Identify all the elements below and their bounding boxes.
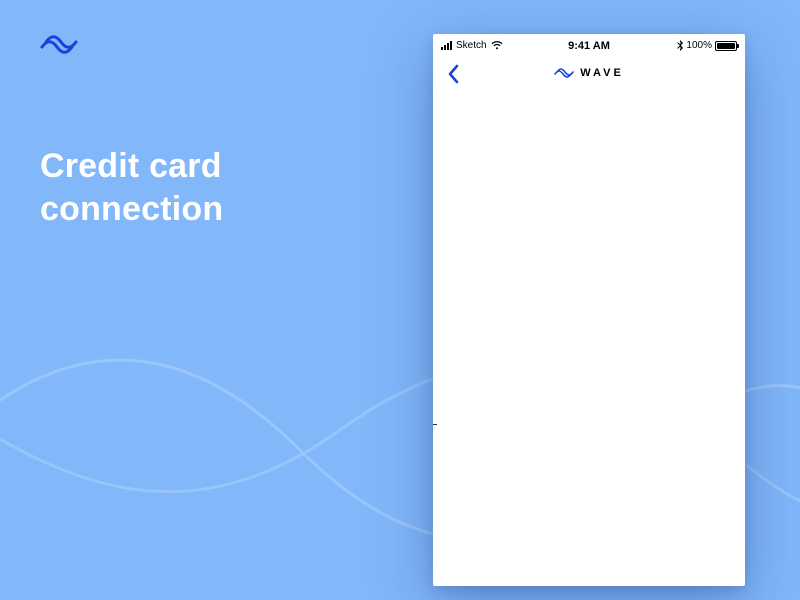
status-bar: Sketch 9:41 AM 100% bbox=[433, 34, 745, 54]
chevron-left-icon bbox=[447, 64, 459, 84]
back-button[interactable] bbox=[439, 60, 467, 88]
phone-mockup: Sketch 9:41 AM 100% bbox=[433, 34, 745, 586]
status-time: 9:41 AM bbox=[433, 40, 745, 52]
brand-label: WAVE bbox=[580, 67, 624, 79]
app-brand: WAVE bbox=[554, 67, 624, 79]
nav-bar: WAVE bbox=[433, 54, 745, 92]
battery-icon bbox=[715, 41, 737, 51]
headline-line-2: connection bbox=[40, 188, 223, 231]
wave-logo-icon bbox=[40, 35, 84, 60]
edge-tick-mark bbox=[433, 424, 437, 425]
wave-logo-icon bbox=[554, 68, 574, 78]
headline-line-1: Credit card bbox=[40, 145, 223, 188]
presentation-canvas: Credit card connection Sketch 9:41 AM bbox=[0, 0, 800, 600]
slide-headline: Credit card connection bbox=[40, 145, 223, 230]
